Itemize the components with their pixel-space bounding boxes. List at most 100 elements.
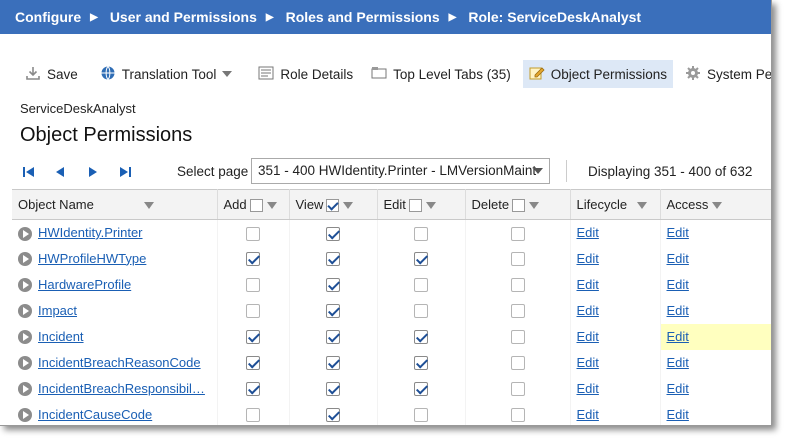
column-add[interactable]: Add [217,189,290,220]
lifecycle-edit-link[interactable]: Edit [577,277,599,292]
access-edit-link[interactable]: Edit [667,381,689,396]
object-name-link[interactable]: HardwareProfile [38,277,131,292]
column-view[interactable]: View [289,189,378,220]
system-permissions-button[interactable]: System Permissi [679,60,771,88]
column-access[interactable]: Access [660,189,771,220]
object-name-link[interactable]: HWProfileHWType [38,251,146,266]
expand-arrow-icon[interactable] [18,382,32,397]
edit-checkbox[interactable] [414,278,428,293]
edit-checkbox[interactable] [414,252,428,267]
add-checkbox[interactable] [246,252,260,267]
expand-arrow-icon[interactable] [18,304,32,319]
add-checkbox[interactable] [246,382,260,397]
view-checkbox[interactable] [326,408,340,423]
lifecycle-edit-link[interactable]: Edit [577,251,599,266]
select-all-delete-checkbox[interactable] [512,199,526,213]
view-checkbox[interactable] [326,226,340,241]
filter-icon[interactable] [529,202,540,210]
delete-checkbox[interactable] [510,408,525,423]
column-lifecycle[interactable]: Lifecycle [570,189,661,220]
select-all-edit-checkbox[interactable] [408,199,422,213]
tab-object-permissions[interactable]: Object Permissions [522,60,673,88]
edit-checkbox[interactable] [414,382,428,397]
cell-edit [377,401,466,425]
next-page-icon[interactable] [86,165,100,179]
access-edit-link[interactable]: Edit [667,407,689,422]
expand-arrow-icon[interactable] [18,330,32,345]
add-checkbox[interactable] [246,278,260,293]
translation-tool-button[interactable]: Translation Tool [94,60,239,88]
expand-arrow-icon[interactable] [18,226,32,241]
filter-icon[interactable] [712,202,723,210]
filter-icon[interactable] [343,202,354,210]
breadcrumb-configure[interactable]: Configure [15,9,81,25]
view-checkbox[interactable] [326,382,340,397]
add-checkbox[interactable] [246,304,260,319]
edit-checkbox[interactable] [414,304,428,319]
lifecycle-edit-link[interactable]: Edit [577,355,599,370]
top-level-tabs-button[interactable]: Top Level Tabs (35) [365,60,517,88]
expand-arrow-icon[interactable] [18,278,32,293]
column-object-name[interactable]: Object Name [12,189,218,220]
access-edit-link[interactable]: Edit [667,251,689,266]
filter-icon[interactable] [637,202,648,210]
object-name-link[interactable]: IncidentBreachReasonCode [38,355,201,370]
lifecycle-edit-link[interactable]: Edit [577,329,599,344]
column-edit[interactable]: Edit [377,189,466,220]
select-all-add-checkbox[interactable] [249,199,263,213]
filter-icon[interactable] [266,202,277,210]
object-name-link[interactable]: IncidentBreachResponsibil… [38,381,205,396]
view-checkbox[interactable] [326,252,340,267]
access-edit-link[interactable]: Edit [667,225,689,240]
access-edit-link[interactable]: Edit [667,303,689,318]
filter-icon[interactable] [425,202,436,210]
lifecycle-edit-link[interactable]: Edit [577,381,599,396]
delete-checkbox[interactable] [510,330,525,345]
object-name-link[interactable]: Impact [38,303,77,318]
expand-arrow-icon[interactable] [18,408,32,423]
view-checkbox[interactable] [326,356,340,371]
delete-checkbox[interactable] [510,252,525,267]
filter-icon[interactable] [143,202,154,210]
view-checkbox[interactable] [326,330,340,345]
edit-checkbox[interactable] [414,330,428,345]
object-name-link[interactable]: HWIdentity.Printer [38,225,143,240]
role-details-button[interactable]: Role Details [252,60,359,88]
edit-checkbox[interactable] [414,356,428,371]
first-page-icon[interactable] [22,165,36,179]
page-select-value: 351 - 400 HWIdentity.Printer - LMVersion… [258,163,537,178]
view-checkbox[interactable] [326,304,340,319]
lifecycle-edit-link[interactable]: Edit [577,225,599,240]
previous-page-icon[interactable] [53,165,67,179]
access-edit-link[interactable]: Edit [667,329,689,344]
select-all-view-checkbox[interactable] [326,199,340,213]
add-checkbox[interactable] [246,408,260,423]
delete-checkbox[interactable] [510,356,525,371]
edit-checkbox[interactable] [414,226,428,241]
access-edit-link[interactable]: Edit [667,277,689,292]
cell-view [289,401,378,425]
breadcrumb-roles-permissions[interactable]: Roles and Permissions [286,9,440,25]
column-delete[interactable]: Delete [465,189,571,220]
lifecycle-edit-link[interactable]: Edit [577,407,599,422]
expand-arrow-icon[interactable] [18,252,32,267]
delete-checkbox[interactable] [510,278,525,293]
add-checkbox[interactable] [246,356,260,371]
last-page-icon[interactable] [118,165,132,179]
delete-checkbox[interactable] [510,226,525,241]
edit-checkbox[interactable] [414,408,428,423]
add-checkbox[interactable] [246,226,260,241]
access-edit-link[interactable]: Edit [667,355,689,370]
add-checkbox[interactable] [246,330,260,345]
delete-checkbox[interactable] [510,382,525,397]
view-checkbox[interactable] [326,278,340,293]
page-select[interactable]: 351 - 400 HWIdentity.Printer - LMVersion… [251,158,550,184]
save-button[interactable]: Save [19,60,84,88]
lifecycle-edit-link[interactable]: Edit [577,303,599,318]
object-name-link[interactable]: IncidentCauseCode [38,407,152,422]
breadcrumb-user-permissions[interactable]: User and Permissions [110,9,257,25]
expand-arrow-icon[interactable] [18,356,32,371]
delete-checkbox[interactable] [510,304,525,319]
cell-access: Edit [660,219,771,246]
object-name-link[interactable]: Incident [38,329,84,344]
